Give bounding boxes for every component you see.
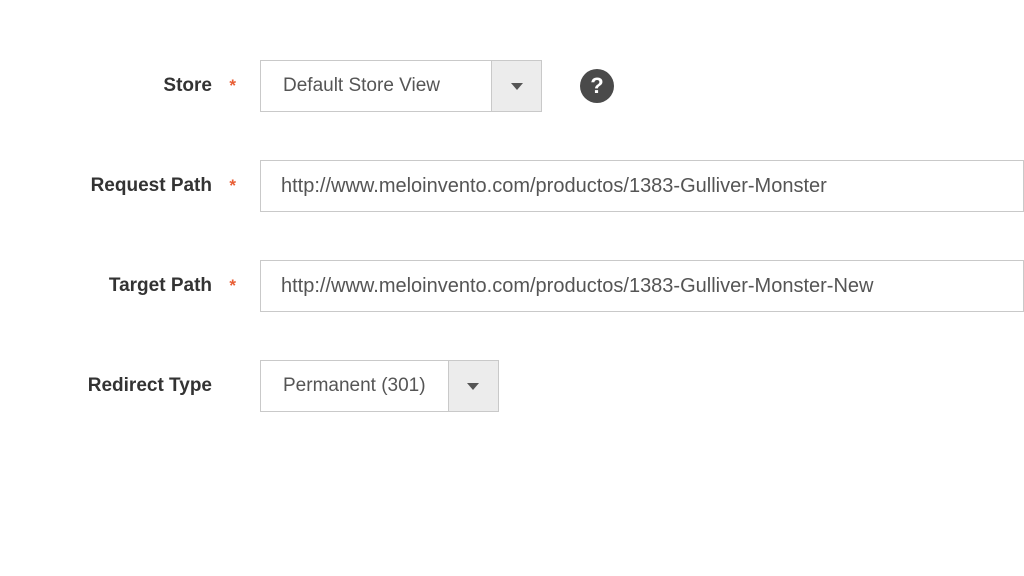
redirect-type-select[interactable]: Permanent (301) bbox=[260, 360, 499, 412]
help-icon[interactable]: ? bbox=[580, 69, 614, 103]
redirect-type-field: Permanent (301) bbox=[240, 360, 1024, 412]
target-path-input[interactable] bbox=[260, 260, 1024, 312]
request-path-row: Request Path * bbox=[0, 160, 1024, 212]
chevron-down-icon bbox=[467, 383, 479, 390]
target-path-label: Target Path bbox=[0, 275, 220, 297]
redirect-type-value: Permanent (301) bbox=[261, 361, 448, 411]
store-select-value: Default Store View bbox=[261, 61, 491, 111]
store-label: Store bbox=[0, 75, 220, 97]
redirect-type-label: Redirect Type bbox=[0, 375, 220, 397]
required-indicator: * bbox=[220, 176, 240, 196]
store-field: Default Store View ? bbox=[240, 60, 1024, 112]
required-indicator: * bbox=[220, 76, 240, 96]
required-spacer bbox=[220, 376, 240, 396]
redirect-type-row: Redirect Type Permanent (301) bbox=[0, 360, 1024, 412]
store-row: Store * Default Store View ? bbox=[0, 60, 1024, 112]
request-path-label: Request Path bbox=[0, 175, 220, 197]
redirect-type-toggle[interactable] bbox=[448, 361, 498, 411]
target-path-row: Target Path * bbox=[0, 260, 1024, 312]
request-path-field bbox=[240, 160, 1024, 212]
chevron-down-icon bbox=[511, 83, 523, 90]
request-path-input[interactable] bbox=[260, 160, 1024, 212]
required-indicator: * bbox=[220, 276, 240, 296]
target-path-field bbox=[240, 260, 1024, 312]
store-select[interactable]: Default Store View bbox=[260, 60, 542, 112]
store-select-toggle[interactable] bbox=[491, 61, 541, 111]
